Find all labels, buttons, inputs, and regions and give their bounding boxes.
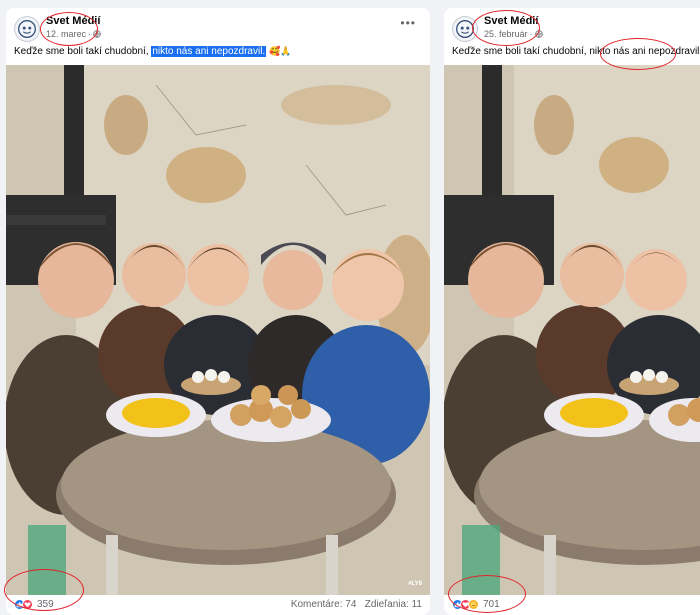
love-reaction-icon	[22, 599, 33, 610]
photo-illustration	[444, 65, 700, 595]
post-caption: Keďže sme boli takí chudobní, nikto nás …	[14, 46, 291, 57]
page-name[interactable]: Svet Médií	[46, 15, 100, 27]
page-avatar[interactable]	[14, 16, 40, 42]
caption-highlighted-text: nikto nás ani nepozdravil.	[151, 46, 267, 57]
reactions-summary[interactable]: 701	[452, 599, 500, 610]
caption-text: Keďže sme boli takí chudobní,	[14, 46, 152, 57]
post-caption: Keďže sme boli takí chudobní, nikto nás …	[452, 46, 700, 57]
comments-count[interactable]: Komentáre: 74	[291, 599, 357, 610]
shares-count[interactable]: Zdieľania: 11	[365, 599, 422, 610]
reaction-count: 359	[37, 599, 54, 610]
reactions-summary[interactable]: 359	[14, 599, 54, 610]
post-header: Svet Médií 12. marec · •••	[6, 8, 430, 46]
post-meta: 12. marec ·	[46, 29, 101, 39]
reaction-count: 701	[483, 599, 500, 610]
photo-illustration	[6, 65, 430, 595]
post-meta: 25. február ·	[484, 29, 543, 39]
meta-separator: ·	[88, 29, 92, 39]
post-footer: 701	[444, 595, 700, 615]
meta-separator: ·	[529, 29, 533, 39]
post-footer: 359 Komentáre: 74 Zdieľania: 11	[6, 595, 430, 615]
post-stats: Komentáre: 74 Zdieľania: 11	[291, 599, 422, 610]
page-logo-icon	[15, 17, 39, 41]
globe-icon	[534, 30, 543, 38]
post-photo[interactable]	[444, 65, 700, 595]
page-name[interactable]: Svet Médií	[484, 15, 538, 27]
post-photo[interactable]: #LY8	[6, 65, 430, 595]
globe-icon	[93, 30, 101, 38]
page-avatar[interactable]	[452, 16, 478, 42]
post-date[interactable]: 25. február	[484, 29, 528, 39]
page-logo-icon	[453, 17, 477, 41]
care-reaction-icon	[468, 599, 479, 610]
more-options-icon[interactable]: •••	[400, 16, 416, 30]
post-date[interactable]: 12. marec	[46, 29, 86, 39]
facebook-post-right: Svet Médií 25. február · Keďže sme boli …	[444, 8, 700, 615]
post-header: Svet Médií 25. február ·	[444, 8, 700, 46]
facebook-post-left: Svet Médií 12. marec · ••• Keďže sme bol…	[6, 8, 430, 615]
caption-emoji: 🥰🙏	[268, 46, 292, 56]
photo-watermark: #LY8	[408, 581, 422, 587]
caption-text: Keďže sme boli takí chudobní, nikto nás …	[452, 46, 700, 57]
